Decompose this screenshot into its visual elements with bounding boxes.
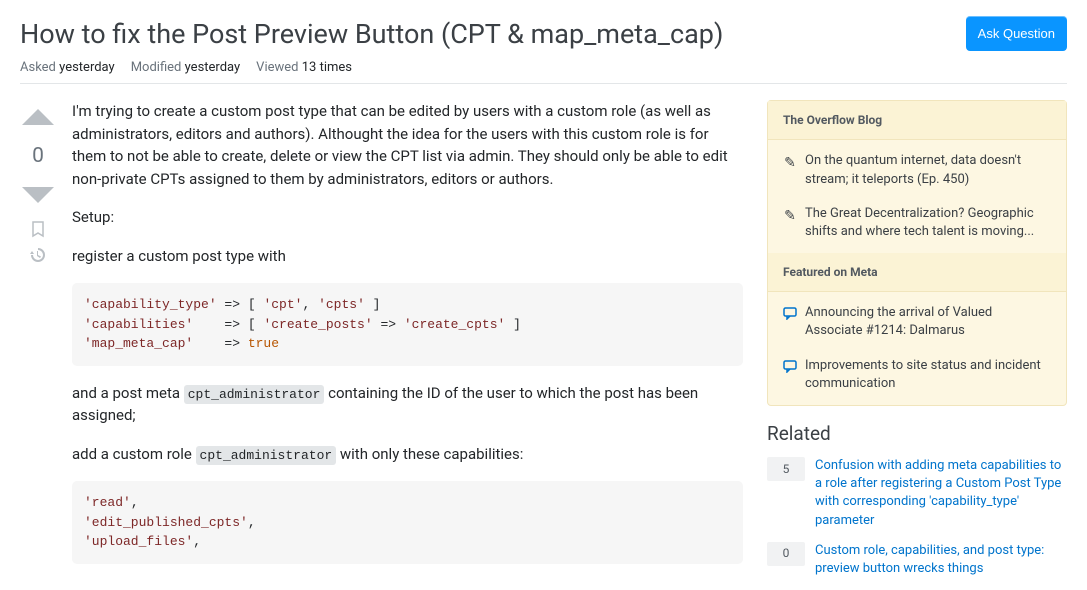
bulletin-box: The Overflow Blog ✎On the quantum intern… — [767, 100, 1067, 406]
history-icon[interactable] — [29, 246, 47, 264]
pencil-icon: ✎ — [783, 205, 797, 241]
paragraph: I'm trying to create a custom post type … — [72, 100, 743, 190]
code-block: 'read', 'edit_published_cpts', 'upload_f… — [72, 481, 743, 564]
paragraph: add a custom role cpt_administrator with… — [72, 443, 743, 466]
related-header: Related — [767, 422, 1067, 445]
related-count: 0 — [767, 542, 805, 566]
related-count: 5 — [767, 457, 805, 481]
paragraph: register a custom post type with — [72, 245, 743, 268]
pencil-icon: ✎ — [783, 152, 797, 188]
bulletin-item[interactable]: Improvements to site status and incident… — [768, 349, 1066, 401]
related-item: 0 Custom role, capabilities, and post ty… — [767, 542, 1067, 578]
viewed-label: Viewed — [256, 60, 298, 75]
related-link[interactable]: Custom role, capabilities, and post type… — [815, 542, 1067, 578]
bulletin-item[interactable]: ✎On the quantum internet, data doesn't s… — [768, 144, 1066, 196]
bookmark-icon[interactable] — [29, 220, 47, 238]
bulletin-item[interactable]: ✎The Great Decentralization? Geographic … — [768, 197, 1066, 249]
speech-icon — [783, 304, 797, 340]
upvote-icon[interactable] — [20, 100, 56, 136]
bulletin-item[interactable]: Announcing the arrival of Valued Associa… — [768, 296, 1066, 348]
post-body: I'm trying to create a custom post type … — [72, 100, 743, 590]
related-link[interactable]: Confusion with adding meta capabilities … — [815, 457, 1067, 530]
vote-count: 0 — [32, 144, 44, 168]
speech-icon — [783, 357, 797, 393]
modified-label: Modified — [131, 60, 182, 75]
page-title: How to fix the Post Preview Button (CPT … — [20, 16, 723, 52]
asked-value: yesterday — [59, 60, 115, 75]
ask-question-button[interactable]: Ask Question — [966, 16, 1067, 51]
modified-value: yesterday — [185, 60, 241, 75]
bulletin-header-meta: Featured on Meta — [768, 253, 1066, 292]
paragraph: Setup: — [72, 206, 743, 229]
code-block: 'capability_type' => [ 'cpt', 'cpts' ] '… — [72, 283, 743, 366]
viewed-value: 13 times — [302, 60, 352, 75]
bulletin-header-blog: The Overflow Blog — [768, 101, 1066, 140]
inline-code: cpt_administrator — [196, 446, 337, 465]
downvote-icon[interactable] — [20, 176, 56, 212]
inline-code: cpt_administrator — [184, 385, 325, 404]
related-item: 5 Confusion with adding meta capabilitie… — [767, 457, 1067, 530]
question-meta: Asked yesterday Modified yesterday Viewe… — [20, 60, 1067, 84]
asked-label: Asked — [20, 60, 56, 75]
paragraph: and a post meta cpt_administrator contai… — [72, 382, 743, 427]
